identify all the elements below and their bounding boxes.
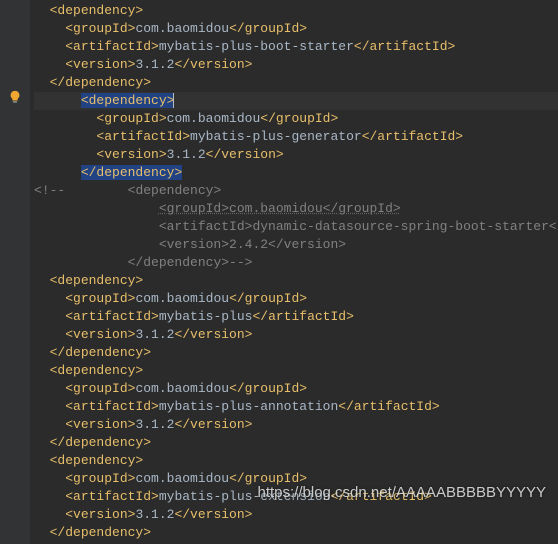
xml-text: com.baomidou bbox=[167, 111, 261, 126]
xml-tag: </dependency> bbox=[50, 75, 151, 90]
lightbulb-icon[interactable] bbox=[8, 90, 22, 104]
code-line[interactable]: <groupId>com.baomidou</groupId> bbox=[34, 290, 558, 308]
code-line[interactable]: </dependency> bbox=[34, 524, 558, 542]
xml-tag: <artifactId> bbox=[65, 39, 159, 54]
xml-text: com.baomidou bbox=[135, 381, 229, 396]
editor-gutter bbox=[0, 0, 30, 544]
xml-tag: </groupId> bbox=[229, 291, 307, 306]
xml-comment: <version>2.4.2</version> bbox=[34, 237, 346, 252]
xml-tag: <artifactId> bbox=[65, 489, 159, 504]
code-line[interactable]: <dependency> bbox=[34, 272, 558, 290]
code-line[interactable]: <artifactId>mybatis-plus-annotation</art… bbox=[34, 398, 558, 416]
xml-tag: <dependency> bbox=[50, 453, 144, 468]
xml-text: com.baomidou bbox=[135, 21, 229, 36]
xml-tag-selected: </dependency> bbox=[81, 165, 182, 180]
code-line[interactable]: <version>2.4.2</version> bbox=[34, 236, 558, 254]
code-line[interactable]: <version>3.1.2</version> bbox=[34, 416, 558, 434]
xml-tag: <version> bbox=[65, 327, 135, 342]
xml-tag: </artifactId> bbox=[362, 129, 463, 144]
xml-tag: </artifactId> bbox=[252, 309, 353, 324]
code-line[interactable]: <groupId>com.baomidou</groupId> bbox=[34, 200, 558, 218]
xml-tag: <groupId> bbox=[96, 111, 166, 126]
xml-tag: </dependency> bbox=[50, 435, 151, 450]
xml-tag: </groupId> bbox=[229, 21, 307, 36]
xml-text: com.baomidou bbox=[135, 291, 229, 306]
watermark-text: https://blog.csdn.net/AAAAABBBBBYYYYY bbox=[258, 484, 547, 502]
xml-tag: <dependency> bbox=[50, 363, 144, 378]
text-cursor bbox=[173, 93, 174, 108]
xml-tag: </version> bbox=[174, 417, 252, 432]
code-line[interactable]: <artifactId>mybatis-plus</artifactId> bbox=[34, 308, 558, 326]
xml-text: 3.1.2 bbox=[135, 327, 174, 342]
xml-tag: <artifactId> bbox=[65, 309, 159, 324]
code-line[interactable]: <version>3.1.2</version> bbox=[34, 506, 558, 524]
xml-text: 3.1.2 bbox=[135, 507, 174, 522]
xml-tag: </groupId> bbox=[260, 111, 338, 126]
code-line[interactable]: </dependency>--> bbox=[34, 254, 558, 272]
xml-tag: <groupId> bbox=[65, 21, 135, 36]
xml-text: mybatis-plus-annotation bbox=[159, 399, 338, 414]
xml-tag: <artifactId> bbox=[65, 399, 159, 414]
xml-text: com.baomidou bbox=[135, 471, 229, 486]
xml-tag-selected: <dependency> bbox=[81, 93, 175, 108]
code-line[interactable]: </dependency> bbox=[34, 164, 558, 182]
xml-tag: </version> bbox=[174, 57, 252, 72]
code-line[interactable]: <artifactId>mybatis-plus-generator</arti… bbox=[34, 128, 558, 146]
xml-comment: <groupId>com.baomidou</groupId> bbox=[34, 201, 401, 216]
code-line[interactable]: <dependency> bbox=[34, 362, 558, 380]
code-line[interactable]: <version>3.1.2</version> bbox=[34, 146, 558, 164]
xml-tag: <artifactId> bbox=[96, 129, 190, 144]
code-line[interactable]: <groupId>com.baomidou</groupId> bbox=[34, 110, 558, 128]
code-line[interactable]: </dependency> bbox=[34, 344, 558, 362]
xml-tag: </dependency> bbox=[50, 525, 151, 540]
code-line-current[interactable]: <dependency> bbox=[34, 92, 558, 110]
code-line[interactable]: </dependency> bbox=[34, 434, 558, 452]
xml-text: mybatis-plus-generator bbox=[190, 129, 362, 144]
xml-text: 3.1.2 bbox=[135, 417, 174, 432]
xml-text: mybatis-plus bbox=[159, 309, 253, 324]
xml-tag: </version> bbox=[206, 147, 284, 162]
xml-tag: <version> bbox=[65, 507, 135, 522]
code-line[interactable]: <version>3.1.2</version> bbox=[34, 56, 558, 74]
xml-tag: <dependency> bbox=[50, 273, 144, 288]
xml-tag: </dependency> bbox=[50, 345, 151, 360]
code-line[interactable]: <artifactId>dynamic-datasource-spring-bo… bbox=[34, 218, 558, 236]
xml-comment: </dependency>--> bbox=[34, 255, 252, 270]
xml-tag: </groupId> bbox=[229, 381, 307, 396]
xml-tag: <version> bbox=[65, 417, 135, 432]
xml-comment: <!-- <dependency> bbox=[34, 183, 221, 198]
code-area[interactable]: <dependency> <groupId>com.baomidou</grou… bbox=[30, 2, 558, 542]
code-line[interactable]: <groupId>com.baomidou</groupId> bbox=[34, 20, 558, 38]
code-line[interactable]: <dependency> bbox=[34, 2, 558, 20]
code-line[interactable]: <version>3.1.2</version> bbox=[34, 326, 558, 344]
xml-comment: <artifactId>dynamic-datasource-spring-bo… bbox=[34, 219, 558, 234]
code-line[interactable]: <!-- <dependency> bbox=[34, 182, 558, 200]
xml-tag: </version> bbox=[174, 507, 252, 522]
code-line[interactable]: <artifactId>mybatis-plus-boot-starter</a… bbox=[34, 38, 558, 56]
xml-text: 3.1.2 bbox=[167, 147, 206, 162]
code-editor[interactable]: <dependency> <groupId>com.baomidou</grou… bbox=[0, 0, 558, 544]
xml-text: 3.1.2 bbox=[135, 57, 174, 72]
code-line[interactable]: </dependency> bbox=[34, 74, 558, 92]
xml-text: mybatis-plus-boot-starter bbox=[159, 39, 354, 54]
xml-tag: <groupId> bbox=[65, 291, 135, 306]
xml-tag: <version> bbox=[96, 147, 166, 162]
xml-tag: <groupId> bbox=[65, 471, 135, 486]
xml-tag: </artifactId> bbox=[338, 399, 439, 414]
xml-tag: <groupId> bbox=[65, 381, 135, 396]
xml-tag: </version> bbox=[174, 327, 252, 342]
code-line[interactable]: <groupId>com.baomidou</groupId> bbox=[34, 380, 558, 398]
xml-tag: </artifactId> bbox=[354, 39, 455, 54]
code-line[interactable]: <dependency> bbox=[34, 452, 558, 470]
xml-tag: <version> bbox=[65, 57, 135, 72]
xml-tag: <dependency> bbox=[50, 3, 144, 18]
